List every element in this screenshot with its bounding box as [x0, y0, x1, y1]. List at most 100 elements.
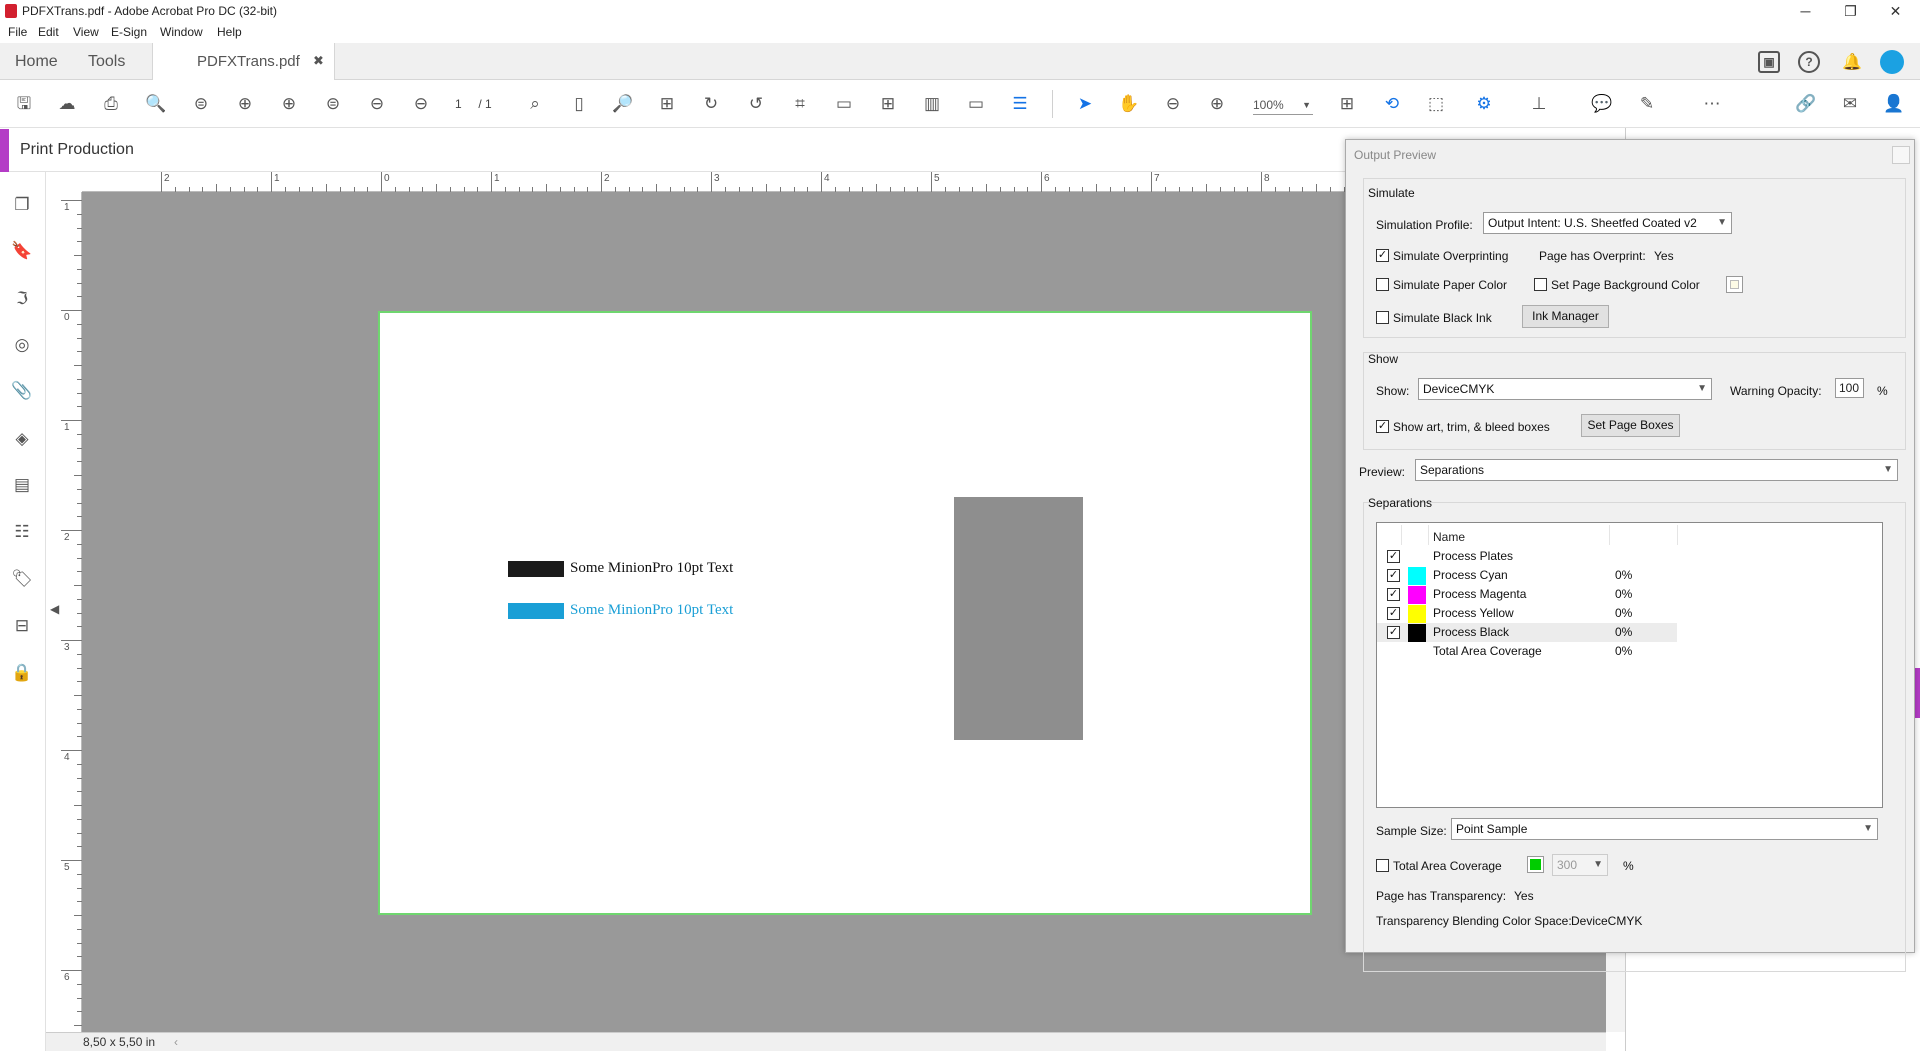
sample-size-select[interactable]: Point Sample ▼ [1451, 818, 1878, 840]
convert-colors-icon[interactable]: ⟲ [1380, 92, 1404, 116]
print-icon[interactable]: ⎙ [99, 92, 123, 116]
separation-row-plates[interactable]: ✓ Process Plates [1377, 547, 1677, 566]
output-preview-icon[interactable]: ⚙ [1472, 92, 1496, 116]
stamp-icon[interactable]: ⊥ [1527, 92, 1551, 116]
show-select[interactable]: DeviceCMYK ▼ [1418, 378, 1712, 400]
tab-tools[interactable]: Tools [88, 43, 125, 80]
comment-icon[interactable]: 💬 [1590, 92, 1614, 116]
preflight-icon[interactable]: 🔎 [611, 92, 635, 116]
zoom-out-icon[interactable]: ⊖ [1161, 92, 1185, 116]
layers-target-icon[interactable]: ◎ [11, 334, 33, 356]
row-checkbox[interactable]: ✓ [1387, 626, 1400, 639]
page-thumbnail-icon[interactable]: ▯ [567, 92, 591, 116]
next-page-icon[interactable]: ⊕ [277, 92, 301, 116]
cloud-upload-icon[interactable]: ☁ [55, 92, 79, 116]
simulate-paper-color-checkbox[interactable] [1376, 278, 1389, 291]
first-page-icon[interactable]: ⊜ [189, 92, 213, 116]
simulate-overprinting-checkbox[interactable]: ✓ [1376, 249, 1389, 262]
ruler-tick [216, 184, 217, 192]
tags-icon[interactable]: 🏷 [11, 568, 33, 590]
close-button[interactable]: ✕ [1873, 0, 1918, 22]
ruler-tick [711, 172, 712, 192]
link-icon[interactable]: 🔗 [1794, 92, 1818, 116]
background-color-swatch[interactable] [1726, 276, 1743, 293]
menu-edit[interactable]: Edit [38, 25, 59, 39]
split-icon[interactable]: ⊞ [876, 92, 900, 116]
crop-icon[interactable]: ⌗ [788, 92, 812, 116]
share-screen-icon[interactable]: ▣ [1758, 51, 1780, 73]
dialog-close-button[interactable] [1892, 146, 1910, 164]
tac-color-swatch[interactable] [1527, 856, 1544, 873]
separation-row-yellow[interactable]: ✓ Process Yellow 0% [1377, 604, 1677, 623]
attachment-icon[interactable]: 📎 [11, 380, 33, 402]
separation-row-cyan[interactable]: ✓ Process Cyan 0% [1377, 566, 1677, 585]
tab-document[interactable]: PDFXTrans.pdf ✖ [152, 43, 335, 81]
set-page-boxes-button[interactable]: Set Page Boxes [1581, 414, 1680, 437]
find-icon[interactable]: ⌕ [523, 92, 547, 116]
content-icon[interactable]: ▤ [11, 474, 33, 496]
more-icon[interactable]: ⋯ [1700, 92, 1724, 116]
mail-icon[interactable]: ✉ [1838, 92, 1862, 116]
close-tab-icon[interactable]: ✖ [313, 53, 324, 69]
back-icon[interactable]: ⊖ [365, 92, 389, 116]
maximize-button[interactable]: ❐ [1828, 0, 1873, 22]
previous-page-icon[interactable]: ⊕ [233, 92, 257, 116]
order-icon[interactable]: ☷ [11, 521, 33, 543]
account-avatar[interactable] [1880, 50, 1904, 74]
row-checkbox[interactable]: ✓ [1387, 569, 1400, 582]
last-page-icon[interactable]: ⊜ [321, 92, 345, 116]
scroll-mode-icon[interactable]: ☰ [1008, 92, 1032, 116]
forward-icon[interactable]: ⊖ [409, 92, 433, 116]
total-area-coverage-checkbox[interactable] [1376, 859, 1389, 872]
bell-icon[interactable]: 🔔 [1842, 52, 1862, 71]
page-background-checkbox[interactable] [1534, 278, 1547, 291]
row-checkbox[interactable]: ✓ [1387, 550, 1400, 563]
simulation-profile-select[interactable]: Output Intent: U.S. Sheetfed Coated v2 ▼ [1483, 212, 1732, 234]
select-cursor-icon[interactable]: ➤ [1073, 92, 1097, 116]
separation-row-black[interactable]: ✓ Process Black 0% [1377, 623, 1677, 642]
zoom-in-icon[interactable]: ⊕ [1205, 92, 1229, 116]
zoom-dropdown[interactable]: 100% ▼ [1253, 95, 1313, 115]
pages-icon[interactable]: ❐ [11, 194, 33, 216]
tab-home[interactable]: Home [15, 43, 58, 80]
layers-icon[interactable]: ◈ [11, 428, 33, 450]
bookmark-icon[interactable]: 🔖 [11, 240, 33, 262]
ruler-tick [61, 750, 82, 751]
fit-page-icon[interactable]: ⊞ [1335, 92, 1359, 116]
flattener-icon[interactable]: ⬚ [1424, 92, 1448, 116]
user-icon[interactable]: 👤 [1882, 92, 1906, 116]
warning-opacity-input[interactable]: 100 [1835, 378, 1864, 398]
minimize-button[interactable]: ─ [1783, 0, 1828, 22]
menu-file[interactable]: File [8, 25, 27, 39]
preview-select[interactable]: Separations ▼ [1415, 459, 1898, 481]
rotate-ccw-icon[interactable]: ↺ [744, 92, 768, 116]
menu-window[interactable]: Window [160, 25, 203, 39]
security-icon[interactable]: 🔒 [11, 662, 33, 684]
simulate-black-ink-checkbox[interactable] [1376, 311, 1389, 324]
show-boxes-checkbox[interactable]: ✓ [1376, 420, 1389, 433]
fix-hairlines-icon[interactable]: ⊞ [655, 92, 679, 116]
presentation-icon[interactable]: ▭ [964, 92, 988, 116]
two-page-icon[interactable]: ▥ [920, 92, 944, 116]
zoom-search-icon[interactable]: 🔍 [144, 92, 168, 116]
ink-manager-button[interactable]: Ink Manager [1522, 305, 1609, 328]
scroll-left-icon[interactable]: ‹ [174, 1035, 178, 1049]
row-checkbox[interactable]: ✓ [1387, 588, 1400, 601]
signature-icon[interactable]: ℑ [11, 288, 33, 310]
menu-view[interactable]: View [73, 25, 99, 39]
page-indicator[interactable]: 1 / 1 [455, 97, 492, 111]
menu-esign[interactable]: E-Sign [111, 25, 147, 39]
help-icon[interactable]: ? [1798, 51, 1820, 73]
page-current[interactable]: 1 [455, 97, 462, 111]
structure-icon[interactable]: ⊟ [11, 615, 33, 637]
tac-value-select[interactable]: 300 ▼ [1552, 854, 1608, 876]
collapse-panel-icon[interactable]: ◀ [50, 602, 59, 616]
document-icon[interactable]: ▭ [832, 92, 856, 116]
rotate-cw-icon[interactable]: ↻ [699, 92, 723, 116]
separation-row-magenta[interactable]: ✓ Process Magenta 0% [1377, 585, 1677, 604]
pen-icon[interactable]: ✎ [1635, 92, 1659, 116]
menu-help[interactable]: Help [217, 25, 242, 39]
row-checkbox[interactable]: ✓ [1387, 607, 1400, 620]
save-icon[interactable]: 🖫 [12, 92, 36, 116]
hand-icon[interactable]: ✋ [1117, 92, 1141, 116]
